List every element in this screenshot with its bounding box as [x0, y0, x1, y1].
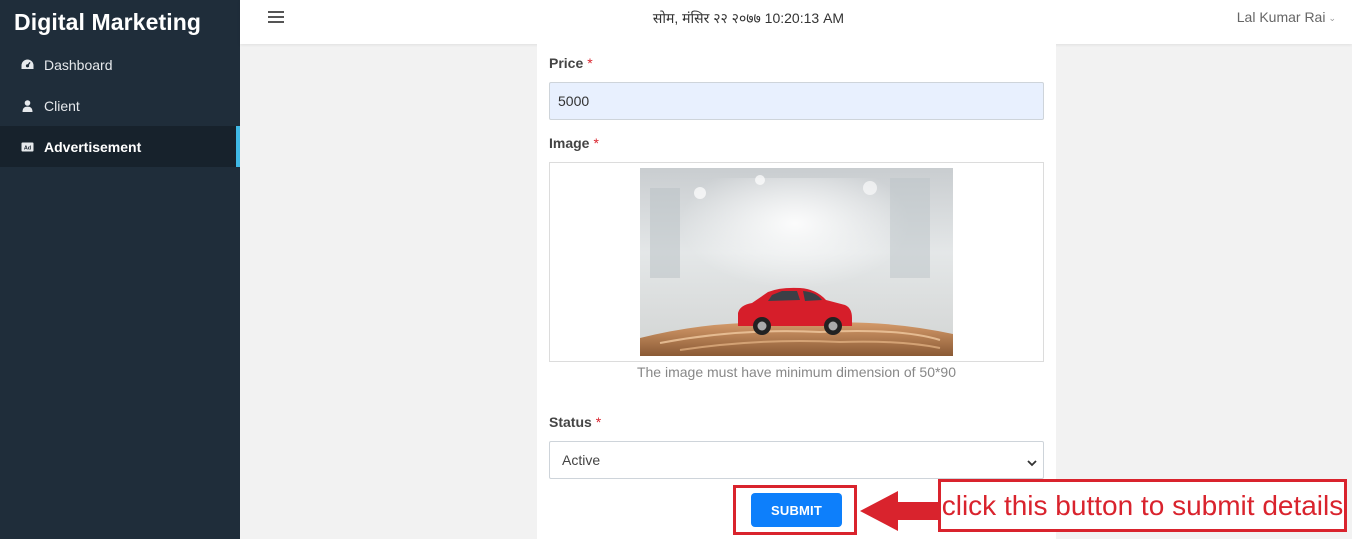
user-menu[interactable]: Lal Kumar Rai ⌄	[1237, 9, 1336, 25]
status-selected-value: Active	[562, 452, 601, 468]
sidebar-item-label: Dashboard	[44, 56, 113, 73]
sidebar-item-advertisement[interactable]: Ad Advertisement	[0, 126, 240, 167]
status-select[interactable]: Active	[549, 441, 1044, 479]
price-label: Price *	[549, 55, 593, 71]
image-dimension-hint: The image must have minimum dimension of…	[636, 364, 957, 380]
status-label: Status *	[549, 414, 602, 430]
sidebar: Digital Marketing Dashboard Client Ad Ad…	[0, 0, 240, 539]
advertisement-image	[640, 168, 953, 356]
sidebar-item-label: Client	[44, 97, 80, 114]
user-icon	[20, 99, 34, 113]
dashboard-icon	[20, 58, 34, 72]
required-mark: *	[595, 414, 602, 430]
sidebar-item-label: Advertisement	[44, 138, 142, 155]
required-mark: *	[593, 135, 599, 151]
image-upload-area[interactable]	[549, 162, 1044, 362]
ad-icon: Ad	[20, 140, 34, 154]
svg-text:Ad: Ad	[23, 145, 30, 151]
topbar: सोम, मंसिर २२ २०७७ 10:20:13 AM Lal Kumar…	[240, 0, 1352, 44]
annotation-arrow-icon	[860, 491, 940, 531]
sidebar-item-client[interactable]: Client	[0, 85, 240, 126]
price-input[interactable]: 5000	[549, 82, 1044, 120]
required-mark: *	[587, 55, 593, 71]
current-datetime: सोम, मंसिर २२ २०७७ 10:20:13 AM	[652, 10, 845, 26]
chevron-down-icon: ⌄	[1328, 12, 1336, 23]
submit-button[interactable]: SUBMIT	[751, 493, 842, 527]
image-label: Image *	[549, 135, 599, 151]
app-title: Digital Marketing	[14, 8, 202, 35]
user-name: Lal Kumar Rai	[1236, 9, 1326, 25]
chevron-down-icon	[1027, 454, 1037, 470]
sidebar-item-dashboard[interactable]: Dashboard	[0, 44, 240, 85]
annotation-callout: click this button to submit details	[938, 479, 1347, 532]
advertisement-form: Price * 5000 Image * The image must have…	[537, 44, 1056, 539]
